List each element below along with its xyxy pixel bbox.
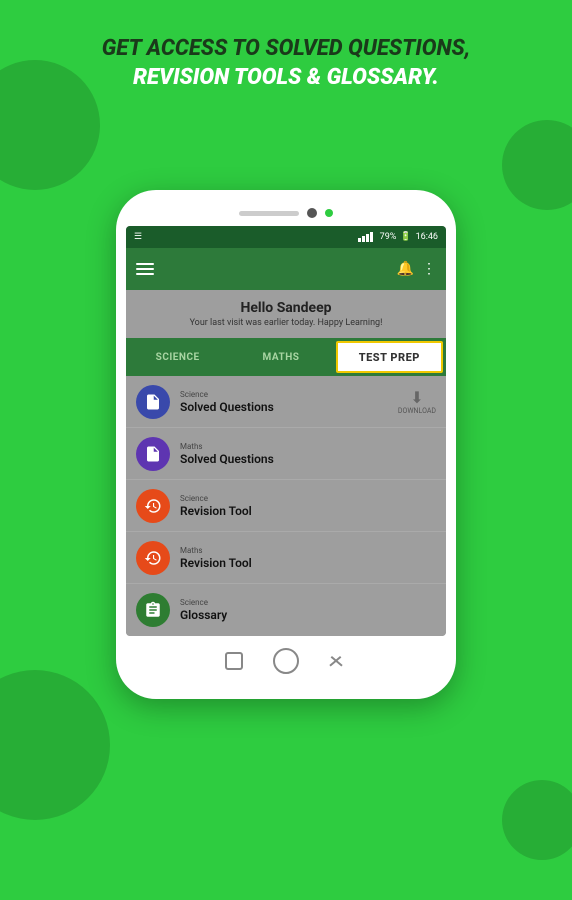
item-icon-orange-history [136,489,170,523]
item-icon-orange-history-2 [136,541,170,575]
phone-device: ☰ 79% 🔋 16:46 🔔 [116,190,456,699]
list-item-science-revision[interactable]: Science Revision Tool [126,480,446,532]
item-category: Maths [180,546,436,555]
bell-icon[interactable]: 🔔 [397,261,414,277]
download-label: DOWNLOAD [398,407,436,415]
header-line1: GET ACCESS TO SOLVED QUESTIONS, [30,35,542,64]
list-item-science-glossary[interactable]: Science Glossary [126,584,446,636]
item-text-science-glossary: Science Glossary [180,598,436,622]
bar3 [366,234,369,242]
phone-top-bar [126,208,446,218]
item-title: Revision Tool [180,556,436,570]
tab-science[interactable]: SCIENCE [126,338,229,376]
status-right: 79% 🔋 16:46 [358,232,438,242]
item-category: Maths [180,442,436,451]
greeting-section: Hello Sandeep Your last visit was earlie… [126,290,446,338]
battery-icon: 🔋 [400,232,411,242]
item-category: Science [180,598,436,607]
item-title: Solved Questions [180,400,398,414]
download-icon: ⬇ [410,388,423,407]
camera [307,208,317,218]
list-item-science-solved[interactable]: Science Solved Questions ⬇ DOWNLOAD [126,376,446,428]
bg-blob-br [502,780,572,860]
item-category: Science [180,494,436,503]
recent-apps-button[interactable] [225,652,243,670]
greeting-subtitle: Your last visit was earlier today. Happy… [136,318,436,328]
home-button[interactable] [273,648,299,674]
led [325,209,333,217]
item-icon-purple-doc [136,437,170,471]
item-text-science-revision: Science Revision Tool [180,494,436,518]
header-line2: REVISION TOOLS & GLOSSARY. [30,64,542,93]
phone-bottom-nav [126,648,446,679]
item-title: Solved Questions [180,452,436,466]
ham-line-3 [136,273,154,275]
item-text-maths-revision: Maths Revision Tool [180,546,436,570]
app-bar: 🔔 ⋮ [126,248,446,290]
greeting-name: Hello Sandeep [136,300,436,316]
list-item-maths-revision[interactable]: Maths Revision Tool [126,532,446,584]
more-options-icon[interactable]: ⋮ [422,261,436,277]
back-button[interactable] [329,652,347,670]
item-text-science-solved: Science Solved Questions [180,390,398,414]
bg-blob-tr [502,120,572,210]
battery-percent: 79% [380,232,397,242]
item-category: Science [180,390,398,399]
ham-line-2 [136,268,154,270]
clock: 16:46 [416,232,438,242]
item-title: Glossary [180,608,436,622]
screen: ☰ 79% 🔋 16:46 🔔 [126,226,446,636]
item-icon-green-clipboard [136,593,170,627]
tab-testprep[interactable]: TEST PREP [336,341,443,373]
app-bar-icons: 🔔 ⋮ [397,261,436,277]
bar4 [370,232,373,242]
bar1 [358,238,361,242]
ham-line-1 [136,263,154,265]
bg-blob-bl [0,670,110,820]
download-area[interactable]: ⬇ DOWNLOAD [398,388,436,415]
signal-bars [358,232,373,242]
speaker [239,211,299,216]
item-title: Revision Tool [180,504,436,518]
sim-icon: ☰ [134,232,142,242]
hamburger-menu[interactable] [136,263,154,275]
bar2 [362,236,365,242]
item-text-maths-solved: Maths Solved Questions [180,442,436,466]
status-bar: ☰ 79% 🔋 16:46 [126,226,446,248]
status-left: ☰ [134,232,142,242]
item-icon-blue-doc [136,385,170,419]
header-text: GET ACCESS TO SOLVED QUESTIONS, REVISION… [0,35,572,92]
tab-maths[interactable]: MATHS [229,338,332,376]
list-item-maths-solved[interactable]: Maths Solved Questions [126,428,446,480]
tab-bar: SCIENCE MATHS TEST PREP [126,338,446,376]
